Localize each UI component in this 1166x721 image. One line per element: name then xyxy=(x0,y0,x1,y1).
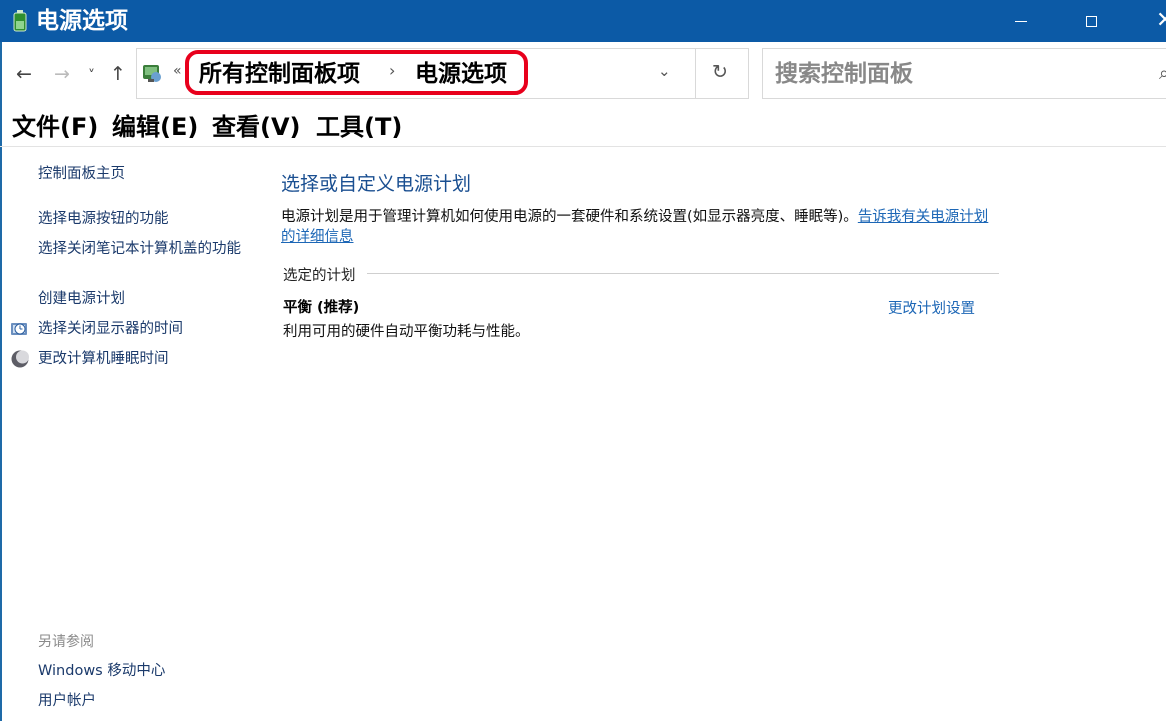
breadcrumb-power-options[interactable]: 电源选项 xyxy=(415,59,507,89)
back-button[interactable]: ← xyxy=(16,62,32,86)
see-also-user-accounts[interactable]: 用户帐户 xyxy=(38,691,96,712)
search-icon[interactable]: ⌕ xyxy=(1159,63,1166,84)
menu-view[interactable]: 查看(V) xyxy=(212,111,301,143)
refresh-icon[interactable]: ↻ xyxy=(712,61,728,83)
breadcrumb-all-control-panel-items[interactable]: 所有控制面板项 xyxy=(199,59,360,89)
battery-icon xyxy=(13,10,27,32)
minimize-icon xyxy=(1015,20,1027,22)
address-overflow-icon[interactable]: « xyxy=(173,63,182,79)
sidebar-item-display-off[interactable]: 选择关闭显示器的时间 xyxy=(38,319,183,340)
plan-description: 利用可用的硬件自动平衡功耗与性能。 xyxy=(283,324,530,340)
section-divider xyxy=(367,273,999,274)
menu-bar: 文件(F) 编辑(E) 查看(V) 工具(T) xyxy=(0,108,1166,147)
page-title: 选择或自定义电源计划 xyxy=(281,173,472,195)
see-also-heading: 另请参阅 xyxy=(38,634,94,650)
search-input[interactable]: 搜索控制面板 ⌕ xyxy=(762,48,1166,99)
control-panel-icon xyxy=(143,65,161,82)
change-plan-settings-link[interactable]: 更改计划设置 xyxy=(888,297,975,318)
see-also-mobility-center[interactable]: Windows 移动中心 xyxy=(38,661,165,682)
window-title: 电源选项 xyxy=(36,8,128,34)
recent-locations-button[interactable]: ˅ xyxy=(88,64,95,88)
menu-edit[interactable]: 编辑(E) xyxy=(112,111,198,143)
menu-file[interactable]: 文件(F) xyxy=(12,111,98,143)
close-icon: ✕ xyxy=(1156,8,1166,33)
monitor-clock-icon xyxy=(11,323,27,335)
address-bar[interactable]: « 所有控制面板项 › 电源选项 ⌄ ↻ xyxy=(136,48,749,99)
sidebar-control-panel-home[interactable]: 控制面板主页 xyxy=(38,164,125,185)
minimize-button[interactable] xyxy=(998,0,1044,42)
sidebar-item-sleep-time[interactable]: 更改计算机睡眠时间 xyxy=(38,349,169,370)
breadcrumb-separator-icon[interactable]: › xyxy=(389,61,395,80)
sidebar-item-power-button[interactable]: 选择电源按钮的功能 xyxy=(38,209,169,230)
maximize-button[interactable] xyxy=(1068,0,1114,42)
selected-plan-heading: 选定的计划 xyxy=(283,268,356,284)
title-bar: 电源选项 ✕ xyxy=(0,0,1166,42)
page-description: 电源计划是用于管理计算机如何使用电源的一套硬件和系统设置(如显示器亮度、睡眠等)… xyxy=(281,207,1001,247)
description-text: 电源计划是用于管理计算机如何使用电源的一套硬件和系统设置(如显示器亮度、睡眠等)… xyxy=(281,209,858,225)
plan-name: 平衡 (推荐) xyxy=(283,300,360,316)
moon-icon xyxy=(11,350,29,368)
search-placeholder: 搜索控制面板 xyxy=(775,61,913,87)
address-dropdown-icon[interactable]: ⌄ xyxy=(658,62,671,80)
menu-tools[interactable]: 工具(T) xyxy=(316,111,402,143)
sidebar-item-lid-close[interactable]: 选择关闭笔记本计算机盖的功能 xyxy=(38,239,243,260)
forward-button[interactable]: → xyxy=(54,62,70,86)
up-button[interactable]: ↑ xyxy=(110,62,126,86)
maximize-icon xyxy=(1085,15,1097,27)
sidebar-item-create-plan[interactable]: 创建电源计划 xyxy=(38,289,125,310)
close-button[interactable]: ✕ xyxy=(1140,0,1166,42)
address-divider xyxy=(695,49,696,98)
